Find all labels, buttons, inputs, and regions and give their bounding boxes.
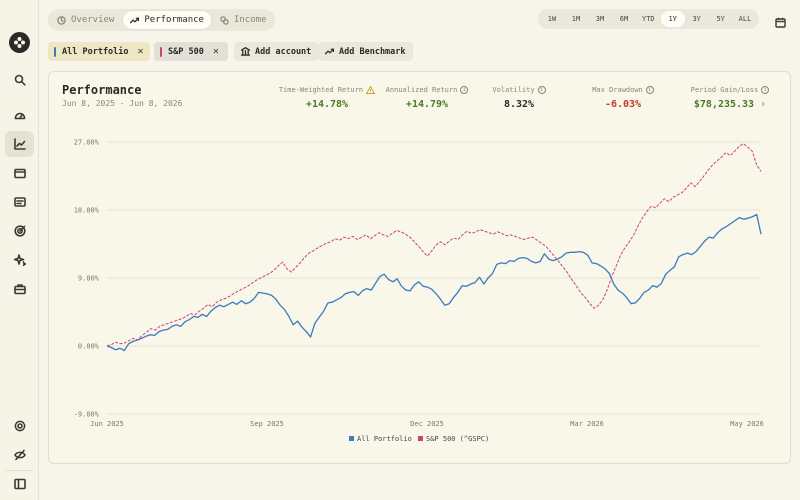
trend-up-icon: [325, 48, 334, 55]
transactions-icon[interactable]: [5, 189, 34, 215]
add-benchmark-button[interactable]: Add Benchmark: [318, 42, 413, 61]
period-ytd[interactable]: YTD: [636, 11, 661, 27]
period-all[interactable]: ALL: [733, 11, 758, 27]
tab-income[interactable]: Income: [213, 11, 274, 29]
tab-performance[interactable]: Performance: [123, 11, 211, 29]
dashboard-gauge-icon[interactable]: [5, 102, 34, 128]
view-tabs: Overview Performance Income: [48, 9, 276, 31]
privacy-eye-off-icon[interactable]: [5, 442, 34, 468]
x-tick-label: Jun 2025: [90, 420, 124, 428]
y-tick-label: 0.00%: [78, 343, 100, 351]
period-3y[interactable]: 3Y: [685, 11, 709, 27]
portfolio-briefcase-icon[interactable]: [5, 276, 34, 302]
legend-label: All Portfolio: [357, 435, 412, 443]
remove-portfolio-icon[interactable]: ✕: [138, 46, 144, 57]
x-tick-label: May 2026: [730, 420, 764, 428]
add-account-button[interactable]: Add account: [234, 42, 319, 61]
sidebar: [0, 0, 39, 500]
y-tick-label: 18.00%: [74, 207, 100, 215]
portfolio-filter-chip[interactable]: All Portfolio ✕: [48, 42, 150, 61]
settings-gear-icon[interactable]: [5, 413, 34, 439]
period-1w[interactable]: 1W: [540, 11, 564, 27]
x-tick-label: Dec 2025: [410, 420, 444, 428]
y-tick-label: 9.00%: [78, 275, 100, 283]
tab-overview[interactable]: Overview: [50, 11, 121, 29]
bank-icon: [241, 47, 250, 56]
period-1y[interactable]: 1Y: [660, 11, 685, 27]
coins-icon: [220, 15, 229, 25]
y-tick-label: 27.00%: [74, 139, 100, 147]
search-icon[interactable]: [5, 67, 34, 93]
period-selector: 1W 1M 3M 6M YTD 1Y 3Y 5Y ALL: [538, 9, 760, 29]
calendar-icon[interactable]: [775, 13, 786, 28]
remove-benchmark-icon[interactable]: ✕: [213, 46, 219, 57]
ai-sparkle-icon[interactable]: [5, 247, 34, 273]
period-1m[interactable]: 1M: [564, 11, 588, 27]
toggle-sidebar-icon[interactable]: [5, 471, 34, 497]
tab-income-label: Income: [233, 15, 267, 25]
legend-swatch: [349, 436, 354, 441]
performance-chart[interactable]: 27.00% 18.00% 9.00% 0.00% -9.00%Jun 2025 Sep …: [49, 72, 792, 465]
benchmark-filter-chip[interactable]: S&P 500 ✕: [154, 42, 228, 61]
portfolio-color-marker: [54, 46, 56, 57]
x-tick-label: Sep 2025: [250, 420, 284, 428]
performance-chart-icon[interactable]: [5, 131, 34, 157]
add-benchmark-label: Add Benchmark: [339, 46, 406, 57]
period-3m[interactable]: 3M: [588, 11, 612, 27]
goals-target-icon[interactable]: [5, 218, 34, 244]
tab-overview-label: Overview: [71, 15, 115, 25]
tab-performance-label: Performance: [144, 15, 204, 25]
portfolio-series-line: [106, 213, 762, 352]
portfolio-chip-label: All Portfolio: [62, 46, 129, 57]
x-tick-label: Mar 2026: [570, 420, 604, 428]
legend-swatch: [418, 436, 423, 441]
period-5y[interactable]: 5Y: [709, 11, 733, 27]
trend-up-icon: [130, 17, 140, 23]
clock-icon: [57, 15, 66, 25]
y-tick-label: -9.00%: [74, 411, 100, 419]
benchmark-color-marker: [160, 46, 162, 57]
period-6m[interactable]: 6M: [612, 11, 636, 27]
benchmark-chip-label: S&P 500: [168, 46, 204, 57]
legend-label: S&P 500 (^GSPC): [426, 435, 489, 443]
wallet-icon[interactable]: [5, 160, 34, 186]
app-logo[interactable]: [9, 32, 30, 53]
add-account-label: Add account: [255, 46, 312, 57]
performance-card: Performance Jun 8, 2025 - Jun 8, 2026 Ti…: [48, 71, 791, 464]
